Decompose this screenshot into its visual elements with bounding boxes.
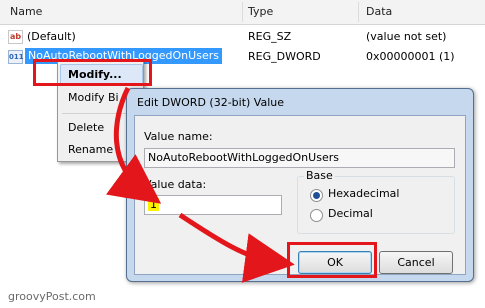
- watermark: groovyPost.com: [8, 290, 96, 303]
- arrow-to-value-data: [106, 86, 162, 204]
- arrow-to-ok: [178, 212, 295, 283]
- registry-editor-window: Name Type Data ab (Default) REG_SZ (valu…: [0, 0, 485, 308]
- annotation-arrows: [106, 86, 295, 283]
